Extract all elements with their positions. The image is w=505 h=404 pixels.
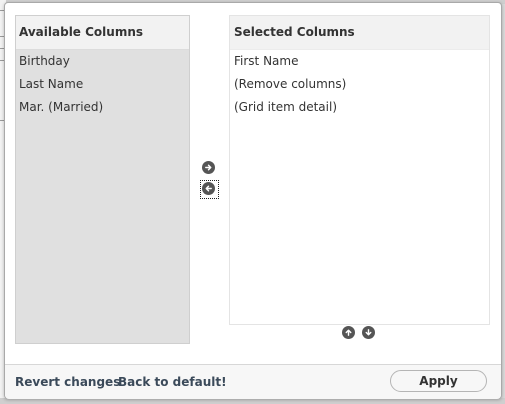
arrow-left-icon[interactable]	[202, 182, 215, 195]
apply-button[interactable]: Apply	[390, 370, 487, 392]
arrow-up-icon[interactable]	[342, 326, 355, 339]
selected-column-item[interactable]: (Grid item detail)	[230, 96, 489, 119]
available-column-item[interactable]: Birthday	[16, 50, 189, 73]
column-chooser-dialog: Available Columns Birthday Last Name Mar…	[4, 2, 502, 399]
selected-column-item[interactable]: First Name	[230, 50, 489, 73]
available-column-item[interactable]: Mar. (Married)	[16, 96, 189, 119]
selected-columns-title: Selected Columns	[230, 16, 489, 50]
available-column-item[interactable]: Last Name	[16, 73, 189, 96]
available-columns-title: Available Columns	[16, 16, 189, 50]
arrow-down-icon[interactable]	[362, 326, 375, 339]
selected-column-item[interactable]: (Remove columns)	[230, 73, 489, 96]
arrow-right-icon[interactable]	[202, 161, 215, 174]
revert-changes-link[interactable]: Revert changes	[15, 375, 120, 389]
back-to-default-link[interactable]: Back to default!	[118, 375, 227, 389]
available-columns-panel: Available Columns Birthday Last Name Mar…	[15, 15, 190, 344]
selected-columns-panel: Selected Columns First Name (Remove colu…	[229, 15, 490, 325]
dialog-footer: Revert changes Back to default! Apply	[5, 364, 501, 399]
